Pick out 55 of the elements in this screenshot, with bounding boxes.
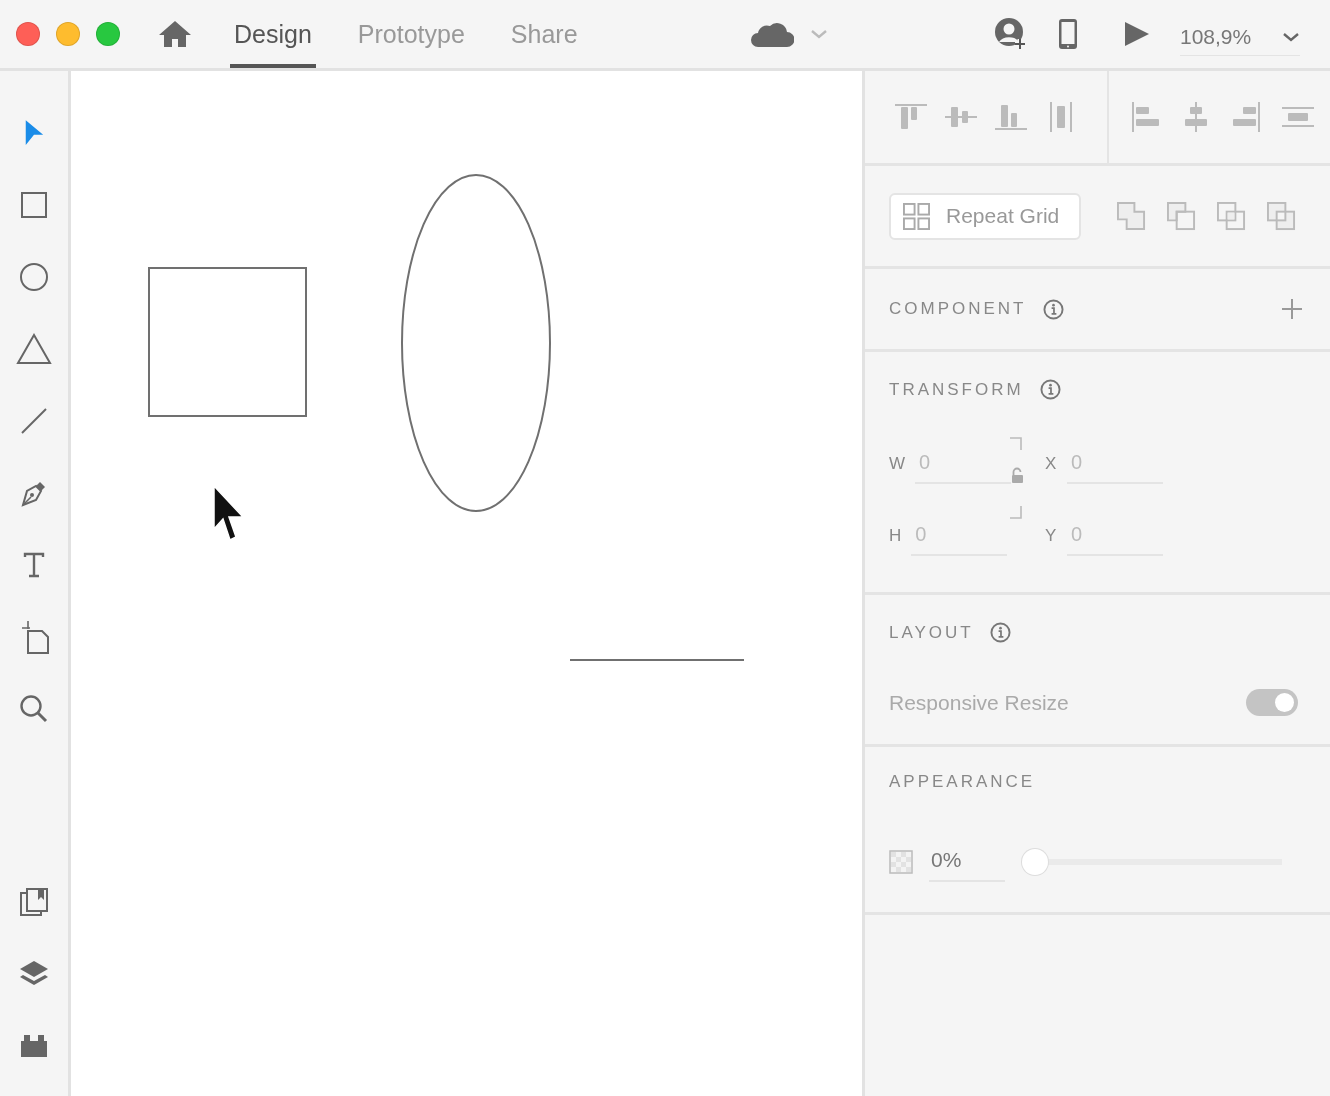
search-icon (19, 694, 49, 724)
union-icon[interactable] (1117, 201, 1146, 231)
home-icon[interactable] (158, 20, 192, 48)
field-label: Y (1045, 526, 1057, 546)
plugin-block-icon (19, 1033, 49, 1059)
text-icon (22, 551, 46, 579)
align-right-icon[interactable] (1231, 101, 1261, 133)
exclude-overlap-icon[interactable] (1267, 201, 1296, 231)
slider-thumb[interactable] (1022, 849, 1048, 875)
opacity-input[interactable]: 0% (929, 842, 1005, 882)
ellipse-shape[interactable] (401, 174, 551, 512)
section-title: LAYOUT (889, 622, 974, 643)
cloud-icon[interactable] (749, 20, 794, 48)
chevron-down-icon (1282, 31, 1300, 42)
checkerboard-icon (889, 850, 913, 874)
field-label: H (889, 526, 902, 546)
phone-icon[interactable] (1058, 18, 1078, 50)
triangle-icon (16, 333, 52, 365)
subtract-icon[interactable] (1167, 201, 1196, 231)
info-icon[interactable] (1042, 298, 1064, 320)
circle-icon (19, 262, 49, 292)
field-label: X (1045, 454, 1057, 474)
responsive-resize-label: Responsive Resize (889, 690, 1069, 715)
tab[interactable]: Share (506, 0, 582, 68)
line-icon (20, 407, 48, 435)
repeat-grid-button[interactable]: Repeat Grid (889, 192, 1081, 240)
window-close-button[interactable] (16, 22, 40, 46)
plus-icon[interactable] (1282, 299, 1302, 319)
tab[interactable]: Prototype (353, 0, 469, 68)
align-left-icon[interactable] (1131, 101, 1161, 133)
square-icon (20, 191, 48, 219)
distribute-horizontal-icon[interactable] (1281, 105, 1315, 129)
info-icon[interactable] (1039, 379, 1061, 400)
section-title: TRANSFORM (889, 379, 1024, 400)
input-field[interactable]: 0 (915, 444, 1012, 484)
arrow-icon (23, 119, 45, 147)
grid-icon (903, 202, 930, 230)
window-minimize-button[interactable] (56, 22, 80, 46)
chevron-down-icon[interactable] (809, 29, 828, 39)
add-user-icon[interactable] (994, 17, 1028, 51)
field-label: W (889, 454, 906, 474)
align-top-icon[interactable] (895, 103, 927, 131)
window-zoom-button[interactable] (96, 22, 120, 46)
section-title: COMPONENT (889, 299, 1027, 319)
input-field[interactable]: 0 (1067, 516, 1163, 556)
input-field[interactable]: 0 (911, 516, 1008, 556)
intersect-icon[interactable] (1217, 201, 1246, 231)
section-title: APPEARANCE (889, 772, 1036, 791)
input-field[interactable]: 0 (1067, 444, 1163, 484)
info-icon[interactable] (989, 622, 1011, 643)
zoom-dropdown[interactable]: 108,9% (1180, 24, 1300, 56)
rectangle-shape[interactable] (148, 267, 307, 417)
pages-icon (19, 887, 49, 917)
play-icon[interactable] (1124, 21, 1150, 47)
align-bottom-icon[interactable] (995, 103, 1027, 131)
